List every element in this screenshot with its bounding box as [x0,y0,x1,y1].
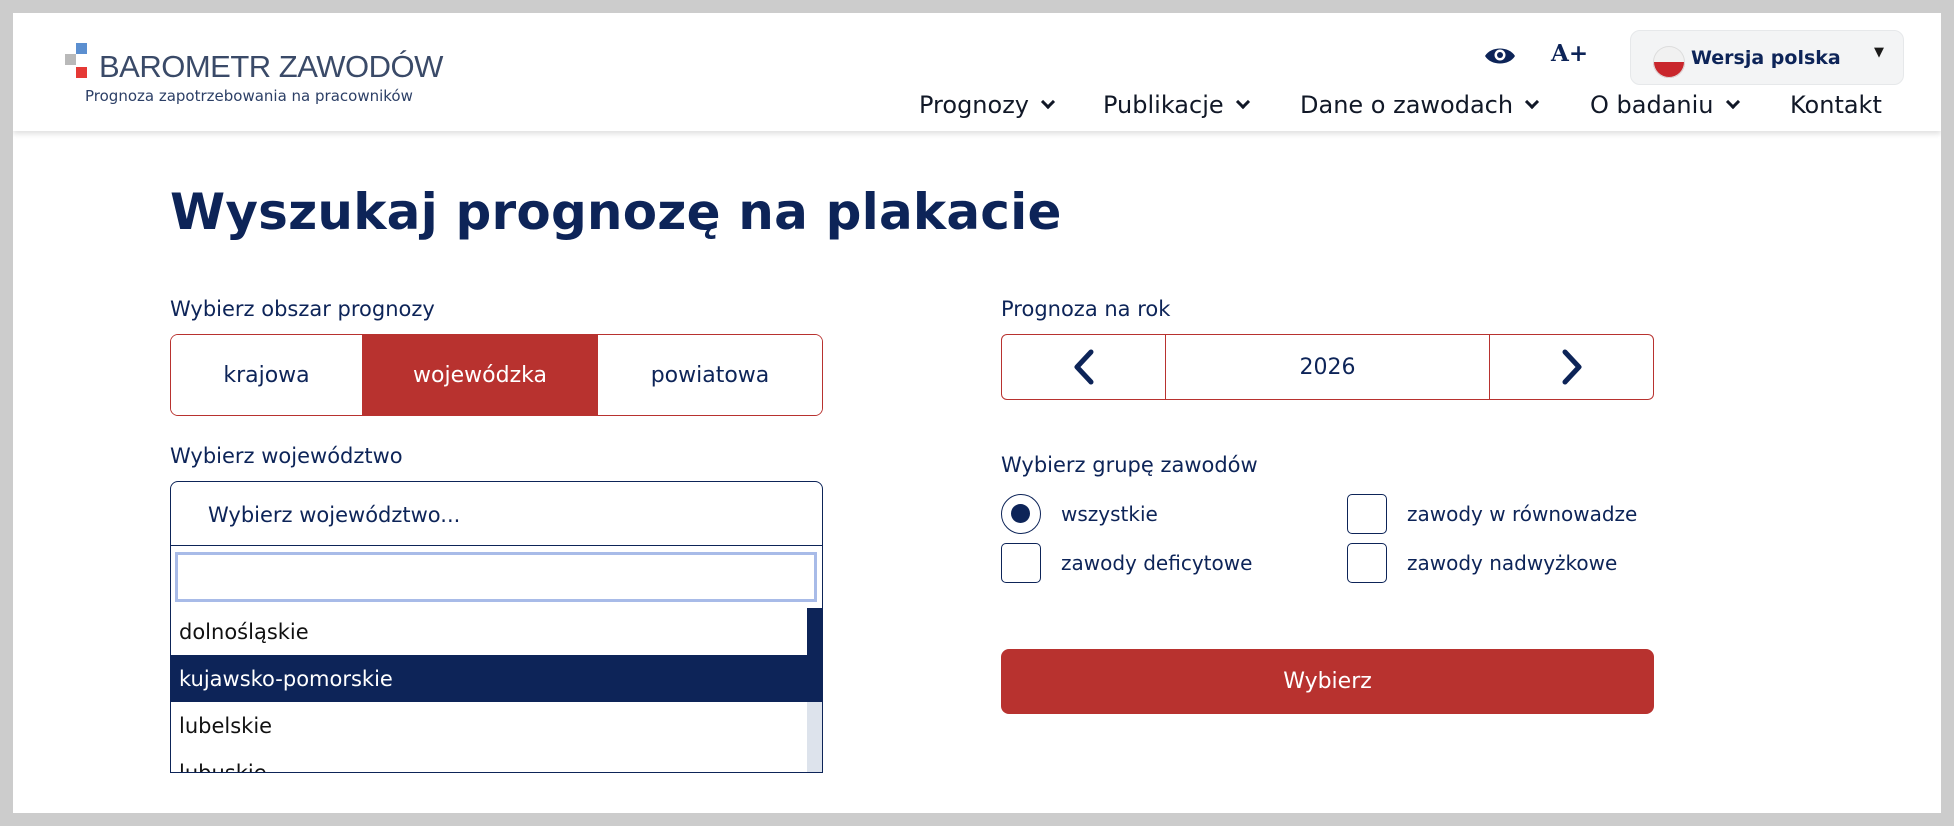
font-size-button[interactable]: A+ [1551,40,1591,70]
scrollbar-thumb[interactable] [807,608,822,702]
nav-item-o-badaniu[interactable]: O badaniu [1590,88,1740,122]
option-label: zawody nadwyżkowe [1407,551,1618,575]
chevron-right-icon[interactable] [1490,335,1653,399]
group-option-rownowaga[interactable]: zawody w równowadze [1347,494,1637,534]
year-stepper: 2026 [1001,334,1654,400]
eye-icon[interactable] [1483,43,1517,69]
site-logo[interactable]: BAROMETR ZAWODÓW Prognoza zapotrzebowani… [61,43,481,123]
site-header: BAROMETR ZAWODÓW Prognoza zapotrzebowani… [13,13,1941,131]
submit-button[interactable]: Wybierz [1001,649,1654,714]
group-option-wszystkie[interactable]: wszystkie [1001,494,1158,534]
option-label: zawody deficytowe [1061,551,1253,575]
area-segmented-control: krajowa wojewódzka powiatowa [170,334,823,416]
list-item[interactable]: dolnośląskie [171,608,807,655]
checkbox[interactable] [1347,494,1387,534]
chevron-left-icon[interactable] [1002,335,1165,399]
logo-title: BAROMETR ZAWODÓW [99,49,443,84]
language-label: Wersja polska [1691,47,1841,69]
group-option-nadwyzkowe[interactable]: zawody nadwyżkowe [1347,543,1617,583]
voivodeship-search-input[interactable] [175,552,817,602]
voivodeship-select: Wybierz województwo... dolnośląskie kuja… [170,481,823,773]
option-label: wszystkie [1061,502,1158,526]
nav-item-publikacje[interactable]: Publikacje [1103,88,1250,122]
area-option-krajowa[interactable]: krajowa [171,335,362,415]
browser-viewport: BAROMETR ZAWODÓW Prognoza zapotrzebowani… [13,13,1941,813]
chevron-down-icon [1525,94,1540,110]
nav-label: Dane o zawodach [1300,91,1514,119]
voivodeship-options-list: dolnośląskie kujawsko-pomorskie lubelski… [171,608,822,772]
year-value: 2026 [1165,335,1490,399]
area-option-powiatowa[interactable]: powiatowa [598,335,822,415]
logo-mark-icon [61,43,91,83]
group-option-deficytowe[interactable]: zawody deficytowe [1001,543,1252,583]
area-label: Wybierz obszar prognozy [170,297,435,321]
page-title: Wyszukaj prognozę na plakacie [170,183,1062,241]
nav-item-dane-o-zawodach[interactable]: Dane o zawodach [1300,88,1540,122]
voivodeship-select-toggle[interactable]: Wybierz województwo... [171,482,822,546]
option-label: zawody w równowadze [1407,502,1638,526]
logo-subtitle: Prognoza zapotrzebowania na pracowników [85,87,413,105]
nav-item-prognozy[interactable]: Prognozy [919,88,1056,122]
list-item[interactable]: lubuskie [171,749,807,772]
area-option-wojewodzka[interactable]: wojewódzka [362,335,598,415]
nav-label: Kontakt [1790,91,1882,119]
list-item[interactable]: lubelskie [171,702,807,749]
list-item[interactable]: kujawsko-pomorskie [171,655,822,702]
radio-button[interactable] [1001,494,1041,534]
chevron-down-icon [1040,94,1056,110]
chevron-down-icon [1235,94,1250,110]
group-label: Wybierz grupę zawodów [1001,453,1258,477]
nav-label: O badaniu [1590,91,1714,119]
nav-label: Publikacje [1103,91,1224,119]
options-scrollbar[interactable] [807,608,822,772]
voivodeship-label: Wybierz województwo [170,444,403,468]
year-label: Prognoza na rok [1001,297,1171,321]
checkbox[interactable] [1001,543,1041,583]
poland-flag-icon [1653,46,1685,78]
chevron-down-icon [1725,94,1740,110]
nav-item-kontakt[interactable]: Kontakt [1790,88,1882,122]
nav-label: Prognozy [919,91,1030,119]
language-selector[interactable]: Wersja polska ▼ [1630,30,1904,85]
caret-down-icon: ▼ [1874,45,1884,60]
checkbox[interactable] [1347,543,1387,583]
